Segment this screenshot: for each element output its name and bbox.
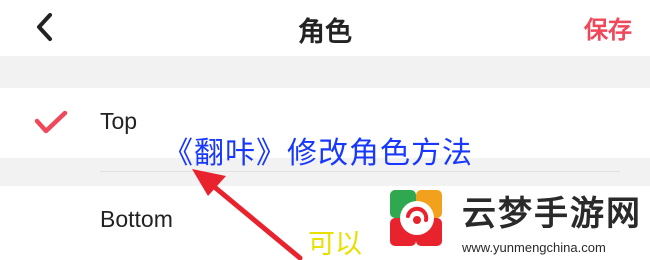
watermark-url: www.yunmengchina.com (462, 240, 606, 255)
role-option-label: Bottom (100, 206, 173, 232)
save-button[interactable]: 保存 (584, 10, 632, 45)
overlay-sub-text: 可以 (308, 229, 362, 260)
page-title: 角色 (298, 17, 352, 48)
role-option-label: Top (100, 108, 138, 134)
checkmark-icon (34, 110, 68, 134)
overlay-caption: 《翻咔》修改角色方法 (163, 136, 473, 171)
yunmeng-logo-icon (390, 190, 442, 246)
watermark-name: 云梦手游网 (462, 194, 642, 234)
watermark: 云梦手游网 www.yunmengchina.com (388, 184, 643, 258)
top-bar: 角色 保存 (0, 0, 650, 56)
